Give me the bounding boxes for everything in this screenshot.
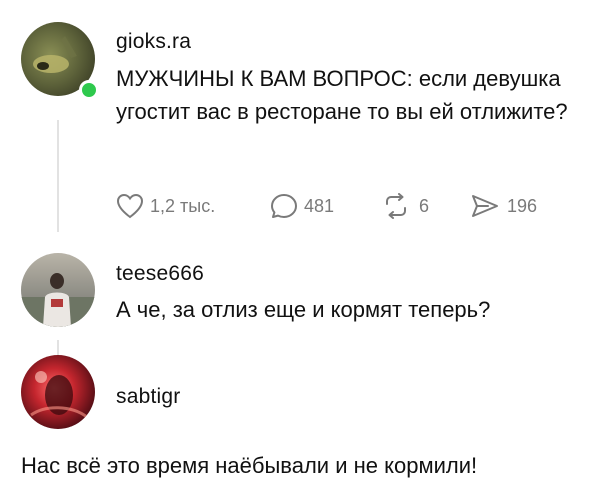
comment-bubble-icon [271, 194, 297, 218]
online-status-indicator [79, 80, 99, 100]
like-count: 1,2 тыс. [150, 195, 216, 216]
share-count: 196 [507, 195, 538, 216]
avatar-sabtigr[interactable] [21, 355, 95, 429]
reply-username[interactable]: sabtigr [116, 385, 180, 409]
repost-icon [386, 193, 406, 219]
reply-text: Нас всё это время наёбывали и не кормили… [21, 453, 478, 478]
repost-button[interactable]: 6 [381, 193, 429, 219]
comment-count: 481 [304, 196, 335, 216]
post-username[interactable]: gioks.ra [116, 30, 191, 54]
post-text: МУЖЧИНЫ К ВАМ ВОПРОС: если девушка угост… [116, 66, 568, 124]
reply-text: А че, за отлиз еще и кормят теперь? [116, 297, 491, 322]
reply-username[interactable]: teese666 [116, 262, 204, 286]
avatar-image [21, 253, 95, 327]
comment-button[interactable]: 481 [270, 193, 334, 220]
send-icon [472, 195, 498, 217]
like-button[interactable]: 1,2 тыс. [116, 193, 215, 219]
avatar-image [21, 355, 95, 429]
thread-line [57, 120, 59, 232]
share-button[interactable]: 196 [470, 193, 537, 219]
avatar-teese666[interactable] [21, 253, 95, 327]
heart-icon [116, 193, 144, 219]
repost-count: 6 [419, 195, 430, 216]
